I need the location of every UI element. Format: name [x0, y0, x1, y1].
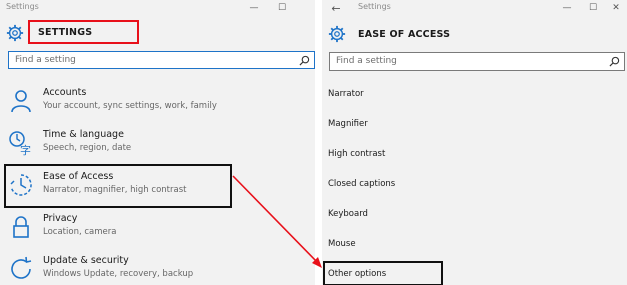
menu-item-high-contrast[interactable]: High contrast — [328, 149, 385, 159]
category-update-security[interactable]: Update & security Windows Update, recove… — [0, 250, 315, 285]
person-icon — [11, 90, 31, 113]
search-input[interactable]: Find a setting — [329, 52, 625, 71]
category-subtitle: Speech, region, date — [43, 143, 132, 153]
time-language-icon: 字 — [9, 131, 31, 156]
category-subtitle: Location, camera — [43, 227, 117, 237]
search-icon — [299, 55, 310, 66]
category-subtitle: Windows Update, recovery, backup — [43, 269, 194, 279]
back-arrow-icon[interactable]: ← — [326, 0, 346, 16]
ease-of-access-icon — [10, 174, 32, 196]
lock-icon — [13, 216, 29, 238]
category-subtitle: Your account, sync settings, work, famil… — [43, 101, 217, 111]
page-title: EASE OF ACCESS — [358, 29, 451, 40]
minimize-button[interactable]: — — [557, 0, 577, 16]
category-time-language[interactable]: 字 Time & language Speech, region, date — [0, 124, 315, 164]
category-title: Accounts — [43, 87, 87, 98]
category-title: Update & security — [43, 255, 129, 266]
category-privacy[interactable]: Privacy Location, camera — [0, 208, 315, 248]
close-button[interactable]: ✕ — [606, 0, 626, 16]
category-title: Time & language — [43, 129, 124, 140]
menu-item-narrator[interactable]: Narrator — [328, 89, 364, 99]
gear-icon — [6, 24, 24, 42]
menu-item-other-options[interactable]: Other options — [328, 269, 386, 279]
maximize-button[interactable]: ☐ — [583, 0, 603, 16]
settings-window-right: ← Settings — ☐ ✕ EASE OF ACCESS Find a s… — [322, 0, 627, 285]
search-placeholder: Find a setting — [336, 56, 397, 66]
title-bar: ← Settings — ☐ ✕ — [322, 0, 627, 16]
category-ease-of-access[interactable]: Ease of Access Narrator, magnifier, high… — [0, 166, 315, 206]
maximize-button[interactable]: ☐ — [272, 0, 292, 16]
settings-window-left: Settings — ☐ SETTINGS Find a setting Acc… — [0, 0, 315, 285]
category-subtitle: Narrator, magnifier, high contrast — [43, 185, 187, 195]
window-title: Settings — [358, 2, 391, 11]
category-accounts[interactable]: Accounts Your account, sync settings, wo… — [0, 82, 315, 122]
gear-icon — [328, 25, 346, 43]
menu-item-mouse[interactable]: Mouse — [328, 239, 356, 249]
sync-icon — [11, 256, 32, 279]
search-input[interactable]: Find a setting — [8, 51, 315, 69]
search-icon — [609, 56, 620, 67]
page-title: SETTINGS — [38, 27, 93, 38]
menu-item-closed-captions[interactable]: Closed captions — [328, 179, 395, 189]
title-bar: Settings — ☐ — [0, 0, 315, 16]
category-title: Privacy — [43, 213, 78, 224]
menu-item-keyboard[interactable]: Keyboard — [328, 209, 368, 219]
menu-item-magnifier[interactable]: Magnifier — [328, 119, 368, 129]
svg-text:字: 字 — [20, 143, 31, 156]
window-title: Settings — [6, 2, 39, 11]
minimize-button[interactable]: — — [244, 0, 264, 16]
search-placeholder: Find a setting — [15, 55, 76, 65]
category-title: Ease of Access — [43, 171, 114, 182]
